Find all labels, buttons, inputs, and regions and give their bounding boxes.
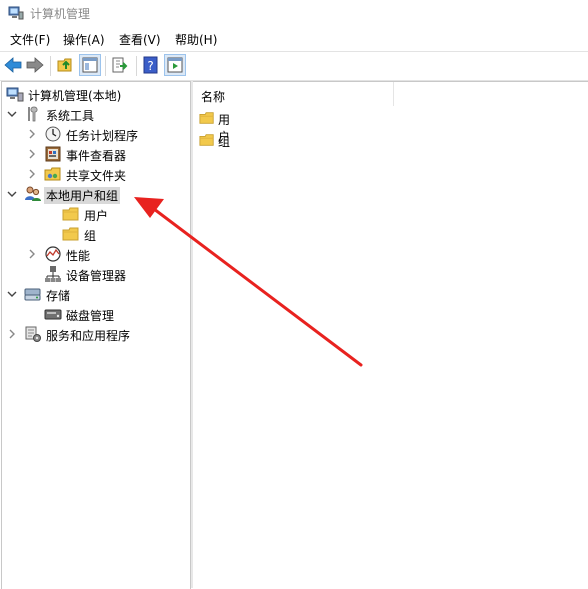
chevron-right-icon[interactable]: [26, 147, 38, 161]
chevron-right-icon[interactable]: [6, 327, 18, 341]
device-manager-icon: [45, 266, 61, 282]
tree-node-label: 性能: [66, 249, 91, 263]
chevron-down-icon[interactable]: [6, 287, 18, 301]
toolbar-separator: [105, 56, 106, 76]
menu-bar: 文件(F) 操作(A) 查看(V) 帮助(H): [0, 28, 588, 50]
menu-action[interactable]: 操作(A): [63, 31, 105, 48]
chevron-down-icon[interactable]: [6, 107, 18, 121]
tree-pane[interactable]: 计算机管理(本地) 系统工具 任务计划程序 事件查看器 共享文件夹 本地用户和组…: [1, 81, 191, 589]
tree-node-services-apps[interactable]: 服务和应用程序: [6, 324, 186, 344]
clock-icon: [45, 126, 61, 142]
event-viewer-icon: [45, 146, 61, 162]
menu-file[interactable]: 文件(F): [10, 31, 50, 48]
forward-icon[interactable]: [25, 55, 45, 75]
folder-icon: [199, 134, 214, 146]
toolbar-separator: [136, 56, 137, 76]
window-title: 计算机管理: [30, 7, 91, 21]
computer-management-icon: [8, 6, 24, 20]
storage-icon: [24, 288, 41, 301]
tree-node-label: 磁盘管理: [66, 309, 115, 323]
folder-icon: [62, 227, 79, 241]
tree-node-disk-management[interactable]: 磁盘管理: [26, 304, 186, 324]
folder-icon: [199, 112, 214, 124]
chevron-right-icon[interactable]: [26, 167, 38, 181]
tree-node-root[interactable]: 计算机管理(本地): [4, 84, 184, 104]
tree-node-shared-folders[interactable]: 共享文件夹: [26, 164, 186, 184]
tree-node-groups[interactable]: 组: [44, 224, 184, 244]
tree-node-label: 组: [84, 229, 97, 243]
list-pane[interactable]: 名称 用户 组: [193, 81, 588, 589]
tree-node-label: 系统工具: [46, 109, 95, 123]
users-group-icon: [25, 186, 41, 201]
shared-folder-icon: [44, 167, 61, 181]
tree-node-performance[interactable]: 性能: [26, 244, 186, 264]
tree-node-label: 用户: [84, 209, 109, 223]
up-folder-icon[interactable]: [56, 55, 76, 75]
tree-node-task-scheduler[interactable]: 任务计划程序: [26, 124, 186, 144]
show-hide-tree-icon[interactable]: [79, 54, 101, 76]
tree-node-system-tools[interactable]: 系统工具: [6, 104, 186, 124]
list-item-label: 组: [218, 135, 231, 149]
tools-icon: [28, 106, 38, 122]
tree-node-storage[interactable]: 存储: [6, 284, 186, 304]
tree-node-label: 存储: [46, 289, 71, 303]
export-list-icon[interactable]: [110, 55, 130, 75]
tree-node-local-users-groups[interactable]: 本地用户和组: [6, 184, 186, 204]
menu-view[interactable]: 查看(V): [119, 31, 161, 48]
tree-node-label: 任务计划程序: [66, 129, 139, 143]
chevron-right-icon[interactable]: [26, 127, 38, 141]
column-header-label: 名称: [201, 90, 226, 104]
show-action-pane-icon[interactable]: [164, 54, 186, 76]
svg-text:?: ?: [147, 59, 153, 73]
tree-node-label: 事件查看器: [66, 149, 127, 163]
tree-node-label: 设备管理器: [66, 269, 127, 283]
tree-node-event-viewer[interactable]: 事件查看器: [26, 144, 186, 164]
disk-management-icon: [44, 309, 62, 320]
computer-management-icon: [6, 87, 24, 102]
menu-help[interactable]: 帮助(H): [175, 31, 217, 48]
title-bar: 计算机管理: [0, 0, 588, 26]
chevron-down-icon[interactable]: [6, 187, 18, 201]
help-icon[interactable]: ?: [141, 55, 161, 75]
toolbar: ?: [0, 51, 588, 81]
tree-node-label: 本地用户和组: [44, 187, 121, 204]
tree-node-users[interactable]: 用户: [44, 204, 184, 224]
tree-node-label: 计算机管理(本地): [28, 89, 122, 103]
folder-icon: [62, 207, 79, 221]
tree-node-label: 共享文件夹: [66, 169, 127, 183]
back-icon[interactable]: [3, 55, 23, 75]
performance-icon: [45, 246, 61, 262]
column-header-name[interactable]: 名称: [193, 82, 394, 106]
toolbar-separator: [50, 56, 51, 76]
services-icon: [25, 326, 41, 342]
tree-node-device-manager[interactable]: 设备管理器: [26, 264, 186, 284]
tree-node-label: 服务和应用程序: [46, 329, 131, 343]
chevron-right-icon[interactable]: [26, 247, 38, 261]
